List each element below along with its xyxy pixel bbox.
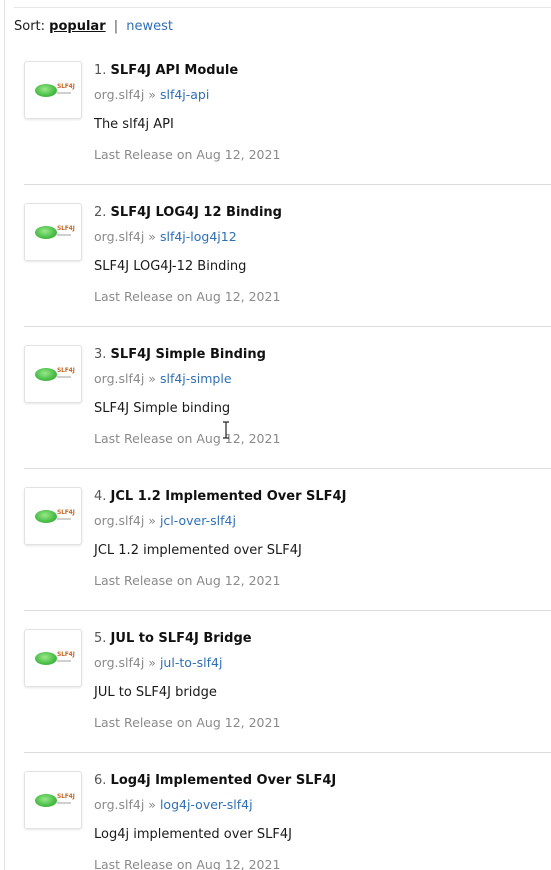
logo-subtext-line [57, 660, 71, 662]
logo-subtext-line [57, 802, 71, 804]
logo-text: SLF4J [57, 225, 75, 232]
group-id-link[interactable]: org.slf4j [94, 229, 144, 244]
result-number: 2. [94, 205, 107, 220]
result-release-date: Last Release on Aug 12, 2021 [94, 147, 281, 162]
result-description: JUL to SLF4J bridge [94, 685, 217, 700]
sort-separator: | [113, 19, 119, 34]
breadcrumb-arrow: » [148, 513, 156, 528]
result-title-line: 4. JCL 1.2 Implemented Over SLF4J [94, 489, 346, 504]
top-divider [14, 7, 551, 8]
logo-text: SLF4J [57, 651, 75, 658]
result-item: SLF4J 5. JUL to SLF4J Bridge org.slf4j » j… [0, 611, 551, 753]
breadcrumb-arrow: » [148, 371, 156, 386]
breadcrumb-arrow: » [148, 797, 156, 812]
logo-text: SLF4J [57, 509, 75, 516]
text-cursor-icon [223, 421, 229, 439]
artifact-id-link[interactable]: jcl-over-slf4j [160, 513, 236, 528]
result-coordinates: org.slf4j » jcl-over-slf4j [94, 513, 236, 528]
result-number: 4. [94, 489, 107, 504]
artifact-id-link[interactable]: log4j-over-slf4j [160, 797, 253, 812]
logo-subtext-line [57, 92, 71, 94]
result-title-line: 3. SLF4J Simple Binding [94, 347, 266, 362]
logo-text: SLF4J [57, 793, 75, 800]
slf4j-logo-icon[interactable]: SLF4J [24, 487, 82, 545]
logo-green-blob [35, 368, 57, 381]
result-coordinates: org.slf4j » slf4j-simple [94, 371, 232, 386]
result-title-link[interactable]: SLF4J API Module [111, 63, 239, 78]
result-coordinates: org.slf4j » slf4j-log4j12 [94, 229, 237, 244]
result-item: SLF4J 4. JCL 1.2 Implemented Over SLF4J … [0, 469, 551, 611]
result-release-date: Last Release on Aug 12, 2021 [94, 431, 281, 446]
group-id-link[interactable]: org.slf4j [94, 655, 144, 670]
result-release-date: Last Release on Aug 12, 2021 [94, 857, 281, 870]
result-number: 6. [94, 773, 107, 788]
group-id-link[interactable]: org.slf4j [94, 371, 144, 386]
result-release-date: Last Release on Aug 12, 2021 [94, 573, 281, 588]
result-release-date: Last Release on Aug 12, 2021 [94, 715, 281, 730]
logo-text: SLF4J [57, 83, 75, 90]
result-title-line: 2. SLF4J LOG4J 12 Binding [94, 205, 282, 220]
group-id-link[interactable]: org.slf4j [94, 87, 144, 102]
artifact-id-link[interactable]: slf4j-simple [160, 371, 232, 386]
logo-green-blob [35, 794, 57, 807]
result-description: JCL 1.2 implemented over SLF4J [94, 543, 302, 558]
search-results-page: Sort: popular | newest SLF4J 1. SLF4J AP… [0, 0, 551, 870]
result-item: SLF4J 3. SLF4J Simple Binding org.slf4j »… [0, 327, 551, 469]
result-description: SLF4J Simple binding [94, 401, 231, 416]
breadcrumb-arrow: » [148, 87, 156, 102]
slf4j-logo-icon[interactable]: SLF4J [24, 345, 82, 403]
sort-popular-link[interactable]: popular [49, 19, 105, 34]
slf4j-logo-icon[interactable]: SLF4J [24, 771, 82, 829]
slf4j-logo-icon[interactable]: SLF4J [24, 61, 82, 119]
logo-text: SLF4J [57, 367, 75, 374]
sort-newest-link[interactable]: newest [126, 19, 173, 34]
breadcrumb-arrow: » [148, 229, 156, 244]
result-coordinates: org.slf4j » slf4j-api [94, 87, 209, 102]
result-item: SLF4J 2. SLF4J LOG4J 12 Binding org.slf4… [0, 185, 551, 327]
logo-green-blob [35, 652, 57, 665]
sort-label: Sort: [14, 19, 46, 34]
result-title-link[interactable]: JCL 1.2 Implemented Over SLF4J [111, 489, 347, 504]
result-number: 3. [94, 347, 107, 362]
group-id-link[interactable]: org.slf4j [94, 513, 144, 528]
logo-green-blob [35, 226, 57, 239]
result-number: 5. [94, 631, 107, 646]
artifact-id-link[interactable]: slf4j-api [160, 87, 209, 102]
result-title-link[interactable]: SLF4J LOG4J 12 Binding [111, 205, 282, 220]
result-description: The slf4j API [94, 117, 174, 132]
result-title-line: 6. Log4j Implemented Over SLF4J [94, 773, 336, 788]
breadcrumb-arrow: » [148, 655, 156, 670]
result-description: SLF4J LOG4J-12 Binding [94, 259, 247, 274]
result-coordinates: org.slf4j » jul-to-slf4j [94, 655, 222, 670]
result-title-line: 5. JUL to SLF4J Bridge [94, 631, 252, 646]
result-number: 1. [94, 63, 107, 78]
results-list: SLF4J 1. SLF4J API Module org.slf4j » slf4… [0, 43, 551, 870]
result-item: SLF4J 1. SLF4J API Module org.slf4j » slf4… [0, 43, 551, 185]
result-description: Log4j implemented over SLF4J [94, 827, 292, 842]
result-title-link[interactable]: SLF4J Simple Binding [111, 347, 266, 362]
group-id-link[interactable]: org.slf4j [94, 797, 144, 812]
sort-bar: Sort: popular | newest [14, 19, 173, 34]
logo-green-blob [35, 510, 57, 523]
artifact-id-link[interactable]: jul-to-slf4j [160, 655, 222, 670]
result-title-line: 1. SLF4J API Module [94, 63, 238, 78]
result-title-link[interactable]: JUL to SLF4J Bridge [111, 631, 252, 646]
logo-green-blob [35, 84, 57, 97]
result-coordinates: org.slf4j » log4j-over-slf4j [94, 797, 253, 812]
artifact-id-link[interactable]: slf4j-log4j12 [160, 229, 237, 244]
result-title-link[interactable]: Log4j Implemented Over SLF4J [111, 773, 337, 788]
slf4j-logo-icon[interactable]: SLF4J [24, 203, 82, 261]
result-release-date: Last Release on Aug 12, 2021 [94, 289, 281, 304]
logo-subtext-line [57, 234, 71, 236]
logo-subtext-line [57, 518, 71, 520]
result-item: SLF4J 6. Log4j Implemented Over SLF4J or… [0, 753, 551, 870]
slf4j-logo-icon[interactable]: SLF4J [24, 629, 82, 687]
logo-subtext-line [57, 376, 71, 378]
